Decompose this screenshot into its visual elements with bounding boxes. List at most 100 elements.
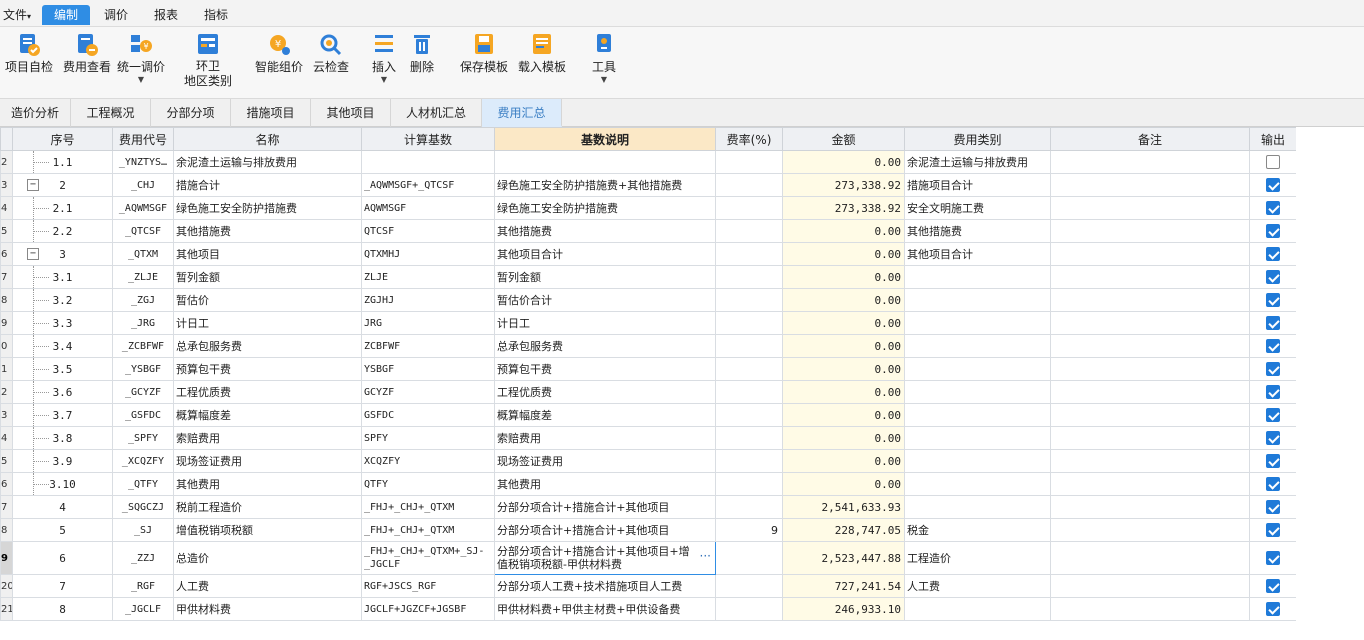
output-checkbox[interactable]: [1266, 247, 1280, 261]
cell-code[interactable]: _QTFY: [112, 472, 174, 496]
cell-base-desc[interactable]: 其他措施费: [494, 219, 716, 243]
cell-code[interactable]: _AQWMSGF: [112, 196, 174, 220]
cell-code[interactable]: _XCQZFY: [112, 449, 174, 473]
table-row[interactable]: 8 5 _SJ 增值税销项税额 _FHJ+_CHJ+_QTXM 分部分项合计+措施合计+其…: [0, 518, 1296, 542]
cell-name[interactable]: 增值税销项税额: [173, 518, 362, 542]
cell-seq[interactable]: 3.1: [12, 265, 113, 289]
cell-base-desc[interactable]: 现场签证费用: [494, 449, 716, 473]
cell-code[interactable]: _ZCBFWF: [112, 334, 174, 358]
cell-rate[interactable]: [715, 472, 783, 496]
cell-seq[interactable]: 2.1: [12, 196, 113, 220]
row-number[interactable]: 8: [0, 518, 13, 542]
cell-output[interactable]: [1249, 449, 1296, 473]
cell-seq[interactable]: 6: [12, 541, 113, 575]
tab-fee-summary[interactable]: 费用汇总: [482, 99, 562, 127]
cell-rate[interactable]: [715, 311, 783, 335]
col-header-note[interactable]: 备注: [1050, 127, 1250, 151]
cell-output[interactable]: [1249, 265, 1296, 289]
cell-category[interactable]: [904, 334, 1051, 358]
cell-base-desc[interactable]: 其他费用: [494, 472, 716, 496]
cell-category[interactable]: 其他项目合计: [904, 242, 1051, 266]
cell-name[interactable]: 现场签证费用: [173, 449, 362, 473]
cell-name[interactable]: 措施合计: [173, 173, 362, 197]
cell-output[interactable]: [1249, 597, 1296, 621]
cell-base[interactable]: _AQWMSGF+_QTCSF: [361, 173, 495, 197]
cell-base[interactable]: GCYZF: [361, 380, 495, 404]
cell-base[interactable]: YSBGF: [361, 357, 495, 381]
cell-code[interactable]: _YNZTYS…: [112, 150, 174, 174]
output-checkbox[interactable]: [1266, 155, 1280, 169]
cell-category[interactable]: 税金: [904, 518, 1051, 542]
cell-base[interactable]: QTXMHJ: [361, 242, 495, 266]
cell-seq[interactable]: 1.1: [12, 150, 113, 174]
cell-note[interactable]: [1050, 518, 1250, 542]
cell-code[interactable]: _JGCLF: [112, 597, 174, 621]
cell-base[interactable]: ZCBFWF: [361, 334, 495, 358]
cell-seq[interactable]: 3.5: [12, 357, 113, 381]
cell-output[interactable]: [1249, 380, 1296, 404]
cell-base[interactable]: _FHJ+_CHJ+_QTXM: [361, 518, 495, 542]
output-checkbox[interactable]: [1266, 523, 1280, 537]
cell-note[interactable]: [1050, 495, 1250, 519]
tab-labor-material-summary[interactable]: 人材机汇总: [391, 99, 482, 127]
cell-name[interactable]: 总造价: [173, 541, 362, 575]
table-row[interactable]: 6−3 _QTXM 其他项目 QTXMHJ 其他项目合计 0.00 其他项目合计: [0, 242, 1296, 266]
cell-base[interactable]: AQWMSGF: [361, 196, 495, 220]
row-number[interactable]: 8: [0, 288, 13, 312]
cell-note[interactable]: [1050, 574, 1250, 598]
cell-rate[interactable]: [715, 219, 783, 243]
row-number[interactable]: 9: [0, 311, 13, 335]
row-number[interactable]: 9: [0, 541, 13, 575]
cell-code[interactable]: _YSBGF: [112, 357, 174, 381]
cell-seq[interactable]: 3.7: [12, 403, 113, 427]
cell-seq[interactable]: 7: [12, 574, 113, 598]
cell-name[interactable]: 预算包干费: [173, 357, 362, 381]
cell-note[interactable]: [1050, 541, 1250, 575]
row-number[interactable]: 1: [0, 357, 13, 381]
cell-name[interactable]: 工程优质费: [173, 380, 362, 404]
col-header-rate[interactable]: 费率(%): [715, 127, 783, 151]
cell-note[interactable]: [1050, 334, 1250, 358]
cell-base[interactable]: _FHJ+_CHJ+_QTXM+_SJ-_JGCLF: [361, 541, 495, 575]
cell-base-desc[interactable]: 绿色施工安全防护措施费+其他措施费: [494, 173, 716, 197]
cell-rate[interactable]: [715, 597, 783, 621]
cell-name[interactable]: 总承包服务费: [173, 334, 362, 358]
output-checkbox[interactable]: [1266, 201, 1280, 215]
cell-output[interactable]: [1249, 150, 1296, 174]
cell-seq[interactable]: 4: [12, 495, 113, 519]
cell-base[interactable]: JGCLF+JGZCF+JGSBF: [361, 597, 495, 621]
table-row[interactable]: 1 3.5 _YSBGF 预算包干费 YSBGF 预算包干费 0.00: [0, 357, 1296, 381]
cell-rate[interactable]: [715, 150, 783, 174]
cell-seq[interactable]: 3.10: [12, 472, 113, 496]
output-checkbox[interactable]: [1266, 431, 1280, 445]
cell-category[interactable]: 工程造价: [904, 541, 1051, 575]
row-number[interactable]: 5: [0, 219, 13, 243]
cell-output[interactable]: [1249, 574, 1296, 598]
output-checkbox[interactable]: [1266, 339, 1280, 353]
cell-name[interactable]: 其他项目: [173, 242, 362, 266]
cell-output[interactable]: [1249, 426, 1296, 450]
cell-base[interactable]: ZGJHJ: [361, 288, 495, 312]
cell-name[interactable]: 计日工: [173, 311, 362, 335]
cell-base[interactable]: QTFY: [361, 472, 495, 496]
cell-seq[interactable]: 5: [12, 518, 113, 542]
table-row[interactable]: 3−2 _CHJ 措施合计 _AQWMSGF+_QTCSF 绿色施工安全防护措施费+其他…: [0, 173, 1296, 197]
cell-code[interactable]: _ZLJE: [112, 265, 174, 289]
output-checkbox[interactable]: [1266, 178, 1280, 192]
cell-note[interactable]: [1050, 311, 1250, 335]
cell-base-desc[interactable]: 预算包干费: [494, 357, 716, 381]
cell-note[interactable]: [1050, 472, 1250, 496]
cloud-check-button[interactable]: 云检查: [308, 31, 354, 95]
project-check-button[interactable]: 项目自检: [2, 31, 56, 95]
output-checkbox[interactable]: [1266, 602, 1280, 616]
table-row[interactable]: 7 4 _SQGCZJ 税前工程造价 _FHJ+_CHJ+_QTXM 分部分项合计+措施合…: [0, 495, 1296, 519]
cell-seq[interactable]: −3: [12, 242, 113, 266]
cell-base-desc[interactable]: 计日工: [494, 311, 716, 335]
cell-code[interactable]: _CHJ: [112, 173, 174, 197]
cell-base[interactable]: GSFDC: [361, 403, 495, 427]
table-row[interactable]: 21 8 _JGCLF 甲供材料费 JGCLF+JGZCF+JGSBF 甲供材料费+甲供主…: [0, 597, 1296, 621]
cell-rate[interactable]: [715, 288, 783, 312]
table-row[interactable]: 9 6 _ZZJ 总造价 _FHJ+_CHJ+_QTXM+_SJ-_JGCLF 分部分项合…: [0, 541, 1296, 575]
row-number[interactable]: 6: [0, 472, 13, 496]
cell-category[interactable]: 人工费: [904, 574, 1051, 598]
